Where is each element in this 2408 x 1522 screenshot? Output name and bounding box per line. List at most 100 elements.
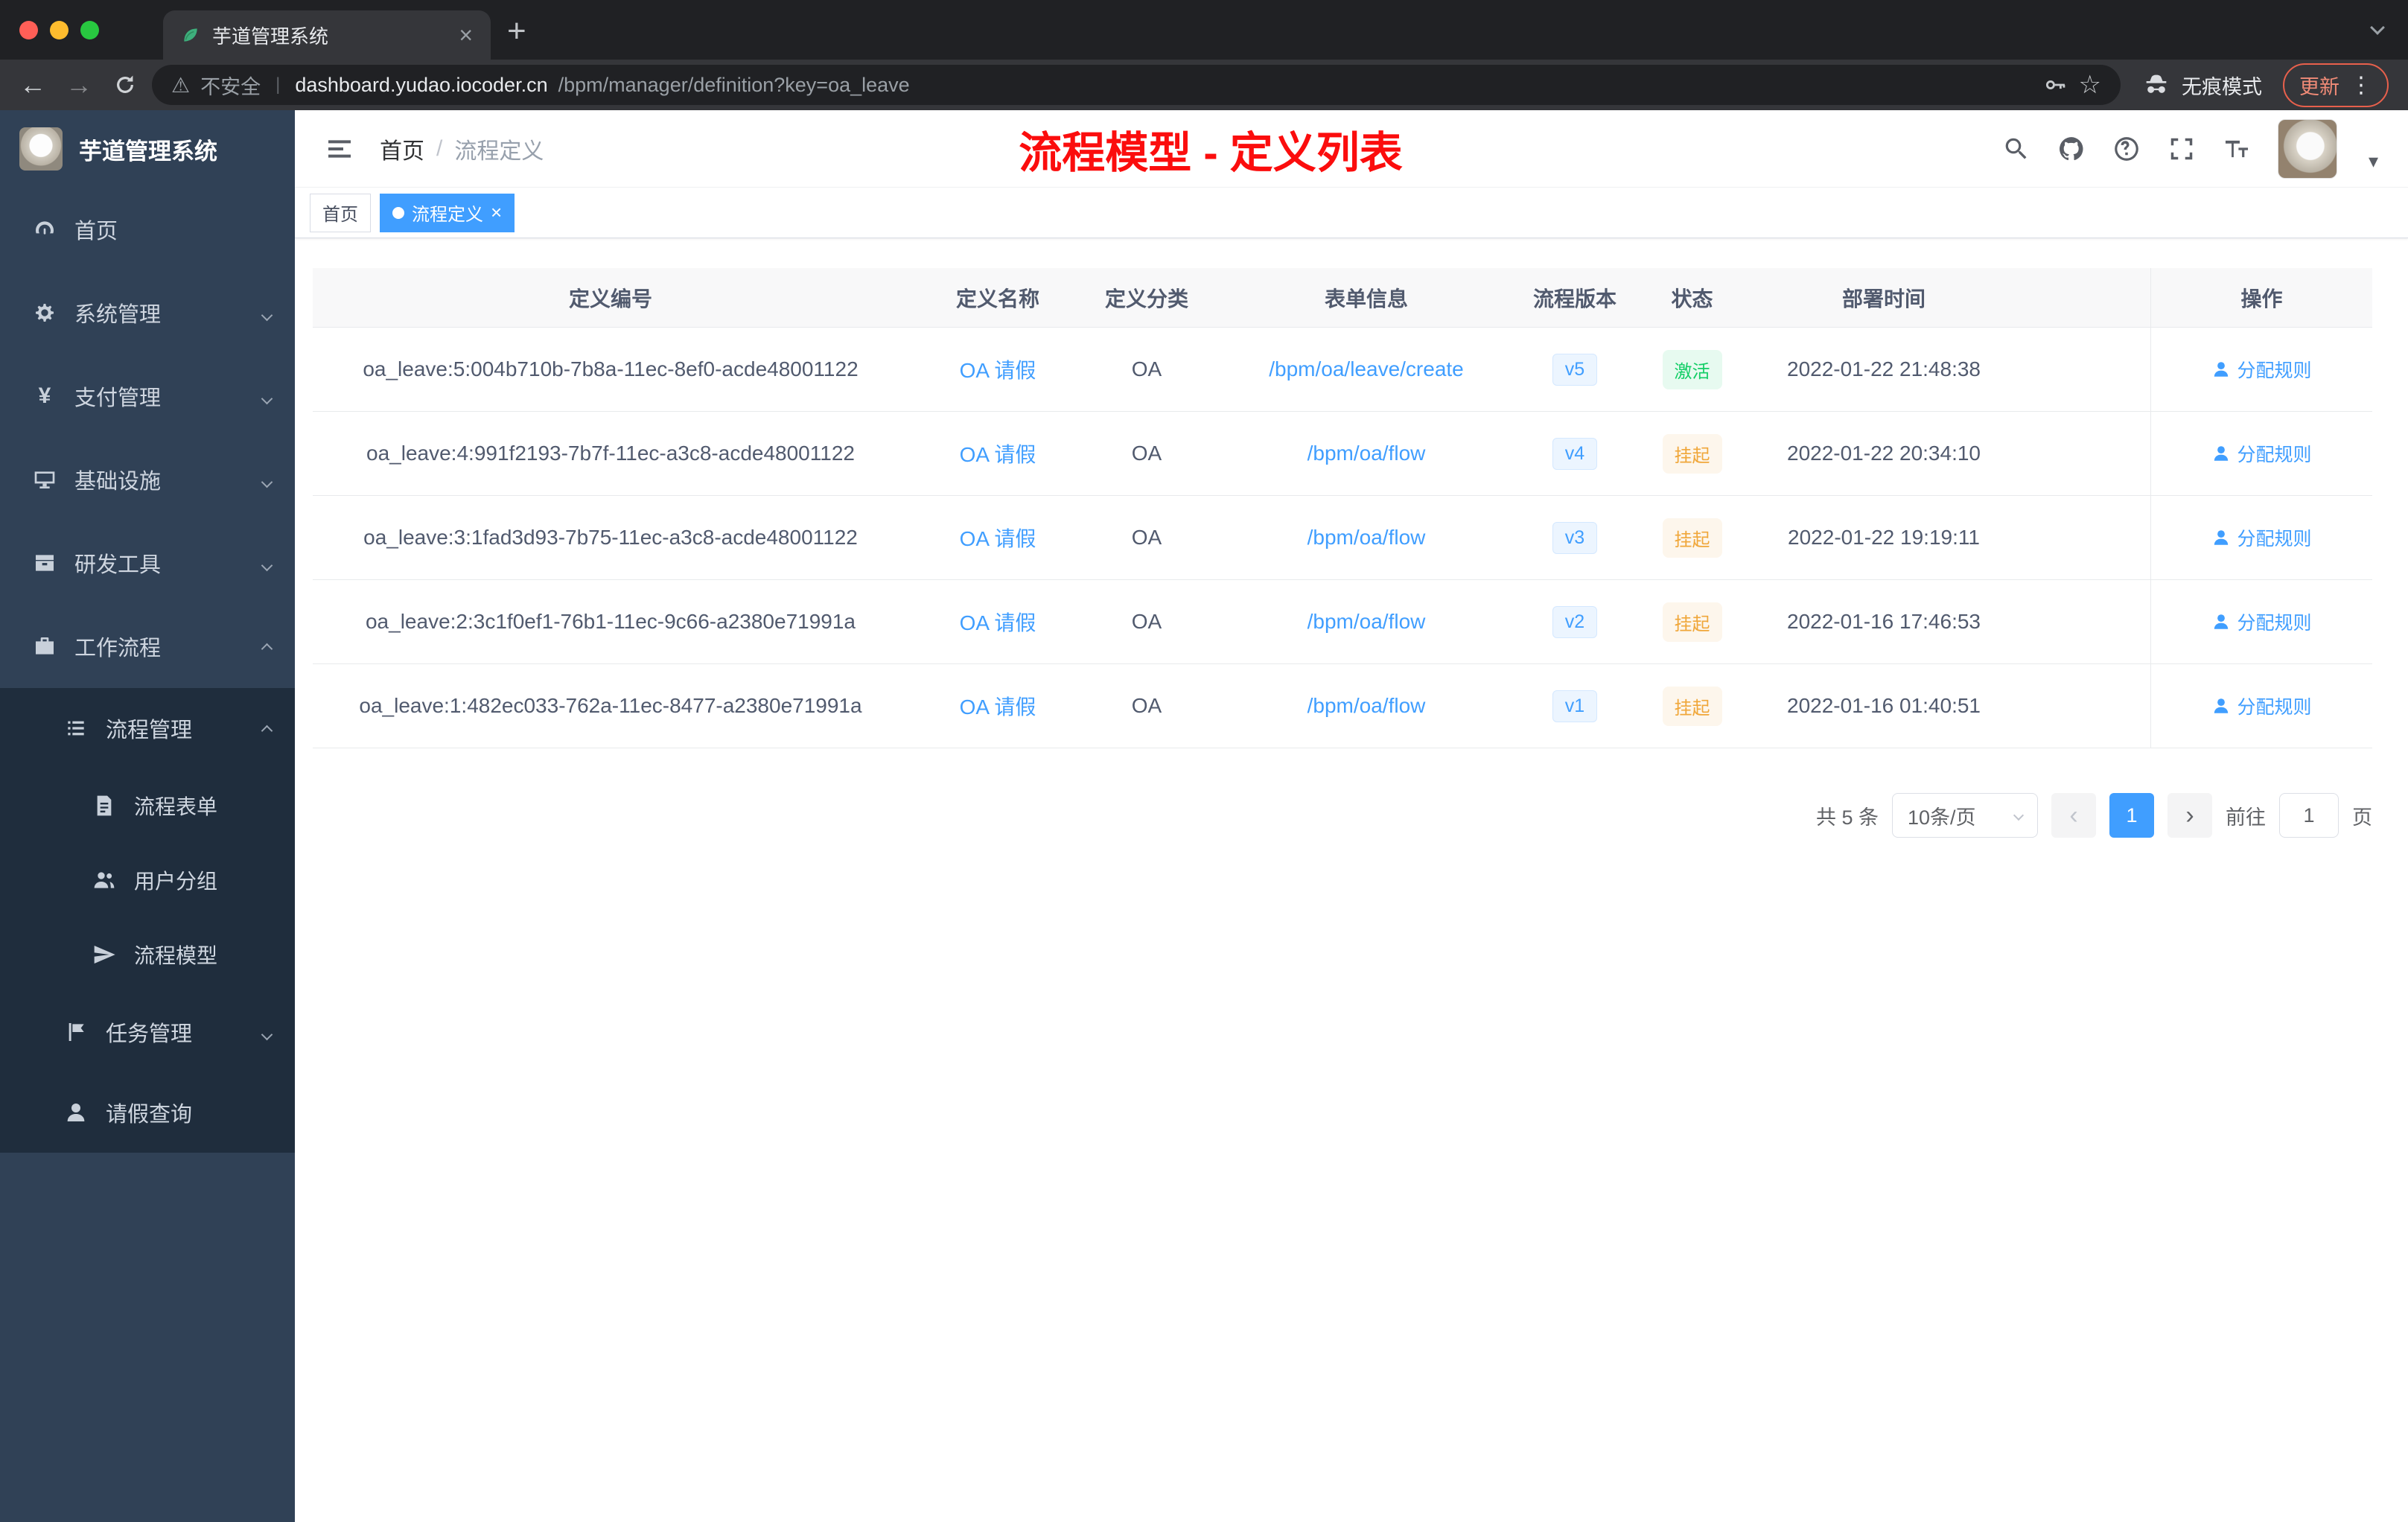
action-label: 分配规则	[2237, 360, 2312, 381]
user-avatar[interactable]	[2277, 118, 2337, 179]
chrome-update-button[interactable]: 更新 ⋮	[2283, 63, 2389, 107]
version-badge: v4	[1552, 437, 1598, 470]
table-row: oa_leave:5:004b710b-7b8a-11ec-8ef0-acde4…	[313, 328, 2372, 412]
next-page-button[interactable]: ›	[2167, 793, 2212, 838]
app-logo-row[interactable]: 芋道管理系统	[0, 110, 295, 188]
chevron-down-icon	[261, 384, 273, 409]
goto-page-input[interactable]	[2279, 793, 2339, 838]
sidebar-item-payment[interactable]: ¥ 支付管理	[0, 354, 295, 438]
sidebar-item-user-group[interactable]: 用户分组	[0, 843, 295, 917]
table-header-row: 定义编号 定义名称 定义分类 表单信息 流程版本 状态 部署时间 操作	[313, 268, 2372, 328]
chevron-up-icon	[261, 634, 273, 659]
person-icon	[2214, 614, 2229, 629]
minimize-window-button[interactable]	[50, 20, 69, 39]
toolbox-icon	[36, 555, 54, 571]
status-badge: 激活	[1662, 349, 1722, 389]
reload-button[interactable]	[106, 66, 144, 104]
definition-name-link[interactable]: OA 请假	[960, 523, 1036, 553]
table-row: oa_leave:4:991f2193-7b7f-11ec-a3c8-acde4…	[313, 412, 2372, 496]
tag-close-icon[interactable]: ×	[491, 201, 502, 224]
definition-name-link[interactable]: OA 请假	[960, 607, 1036, 637]
form-link[interactable]: /bpm/oa/flow	[1307, 694, 1426, 718]
forward-button[interactable]: →	[60, 66, 98, 104]
form-link[interactable]: /bpm/oa/flow	[1307, 442, 1426, 465]
assign-rule-button[interactable]: 分配规则	[2211, 608, 2312, 635]
dashboard-icon	[36, 221, 54, 235]
assign-rule-button[interactable]: 分配规则	[2211, 440, 2312, 467]
assign-rule-button[interactable]: 分配规则	[2211, 692, 2312, 719]
document-icon	[97, 795, 112, 816]
incognito-icon	[2146, 74, 2167, 93]
tag-home[interactable]: 首页	[310, 193, 371, 232]
help-icon[interactable]	[2112, 135, 2141, 163]
definition-table: 定义编号 定义名称 定义分类 表单信息 流程版本 状态 部署时间 操作 oa_l…	[313, 268, 2372, 748]
tag-process-definition[interactable]: 流程定义 ×	[380, 193, 515, 232]
github-icon[interactable]	[2057, 135, 2086, 163]
bookmark-star-icon[interactable]: ☆	[2079, 70, 2101, 100]
form-link[interactable]: /bpm/oa/flow	[1307, 610, 1426, 634]
tab-close-icon[interactable]: ×	[459, 22, 473, 49]
sidebar-item-process-model[interactable]: 流程模型	[0, 917, 295, 992]
assign-rule-button[interactable]: 分配规则	[2211, 524, 2312, 551]
sidebar-item-home[interactable]: 首页	[0, 188, 295, 271]
definition-name-link[interactable]: OA 请假	[960, 354, 1036, 384]
definition-category: OA	[1131, 357, 1162, 380]
page-size-select[interactable]: 10条/页	[1892, 793, 2038, 838]
sidebar-item-workflow[interactable]: 工作流程	[0, 605, 295, 688]
action-label: 分配规则	[2237, 529, 2312, 550]
breadcrumb: 首页 / 流程定义	[380, 133, 544, 165]
fullscreen-icon[interactable]	[2167, 135, 2196, 163]
password-key-icon[interactable]	[2043, 72, 2068, 98]
column-header: 定义编号	[568, 287, 652, 311]
prev-page-button[interactable]: ‹	[2051, 793, 2096, 838]
gear-icon	[36, 304, 54, 322]
chevron-up-icon	[261, 716, 273, 741]
deploy-time: 2022-01-22 20:34:10	[1787, 442, 1981, 465]
form-link[interactable]: /bpm/oa/flow	[1307, 526, 1426, 550]
search-icon[interactable]	[2002, 135, 2030, 163]
list-icon	[68, 721, 84, 736]
collapse-sidebar-icon[interactable]	[325, 134, 354, 164]
sidebar-item-task-management[interactable]: 任务管理	[0, 992, 295, 1072]
sidebar-item-infrastructure[interactable]: 基础设施	[0, 438, 295, 521]
update-label: 更新	[2299, 75, 2339, 98]
omnibox[interactable]: ⚠ 不安全 | dashboard.yudao.iocoder.cn/bpm/m…	[152, 65, 2121, 105]
avatar-caret-icon[interactable]: ▾	[2369, 150, 2378, 179]
monitor-icon	[34, 471, 55, 488]
sidebar-item-leave-query[interactable]: 请假查询	[0, 1072, 295, 1153]
definition-name-link[interactable]: OA 请假	[960, 691, 1036, 721]
sidebar-item-system[interactable]: 系统管理	[0, 271, 295, 354]
definition-name-link[interactable]: OA 请假	[960, 439, 1036, 468]
chevron-down-icon	[261, 551, 273, 576]
current-page-button[interactable]: 1	[2109, 793, 2154, 838]
definition-id: oa_leave:1:482ec033-762a-11ec-8477-a2380…	[359, 694, 862, 717]
url-host: dashboard.yudao.iocoder.cn	[295, 73, 548, 96]
action-label: 分配规则	[2237, 697, 2312, 718]
sidebar-item-devtools[interactable]: 研发工具	[0, 521, 295, 605]
users-icon	[94, 872, 115, 888]
tab-favicon	[184, 28, 197, 42]
close-window-button[interactable]	[19, 20, 38, 39]
browser-tab[interactable]: 芋道管理系统 ×	[163, 10, 491, 60]
assign-rule-button[interactable]: 分配规则	[2211, 356, 2312, 383]
deploy-time: 2022-01-16 01:40:51	[1787, 694, 1981, 717]
briefcase-icon	[36, 637, 54, 655]
app-header: 首页 / 流程定义 流程模型 - 定义列表 ▾	[295, 110, 2408, 188]
definition-id: oa_leave:4:991f2193-7b7f-11ec-a3c8-acde4…	[366, 442, 855, 465]
tab-search-icon[interactable]	[2370, 20, 2385, 36]
incognito-badge: 无痕模式	[2128, 70, 2275, 100]
new-tab-button[interactable]: +	[507, 9, 526, 54]
deploy-time: 2022-01-22 19:19:11	[1788, 526, 1980, 549]
sidebar-item-process-form[interactable]: 流程表单	[0, 768, 295, 843]
security-warning-icon[interactable]: ⚠	[171, 73, 190, 98]
breadcrumb-home[interactable]: 首页	[380, 133, 424, 165]
form-link[interactable]: /bpm/oa/leave/create	[1269, 357, 1464, 381]
font-size-icon[interactable]	[2223, 135, 2251, 163]
yen-icon: ¥	[38, 383, 51, 408]
browser-menu-icon[interactable]: ⋮	[2350, 72, 2372, 98]
total-count: 共 5 条	[1815, 806, 1879, 829]
url-divider: |	[275, 74, 281, 95]
sidebar-item-process-management[interactable]: 流程管理	[0, 688, 295, 768]
back-button[interactable]: ←	[13, 66, 52, 104]
zoom-window-button[interactable]	[80, 20, 99, 39]
